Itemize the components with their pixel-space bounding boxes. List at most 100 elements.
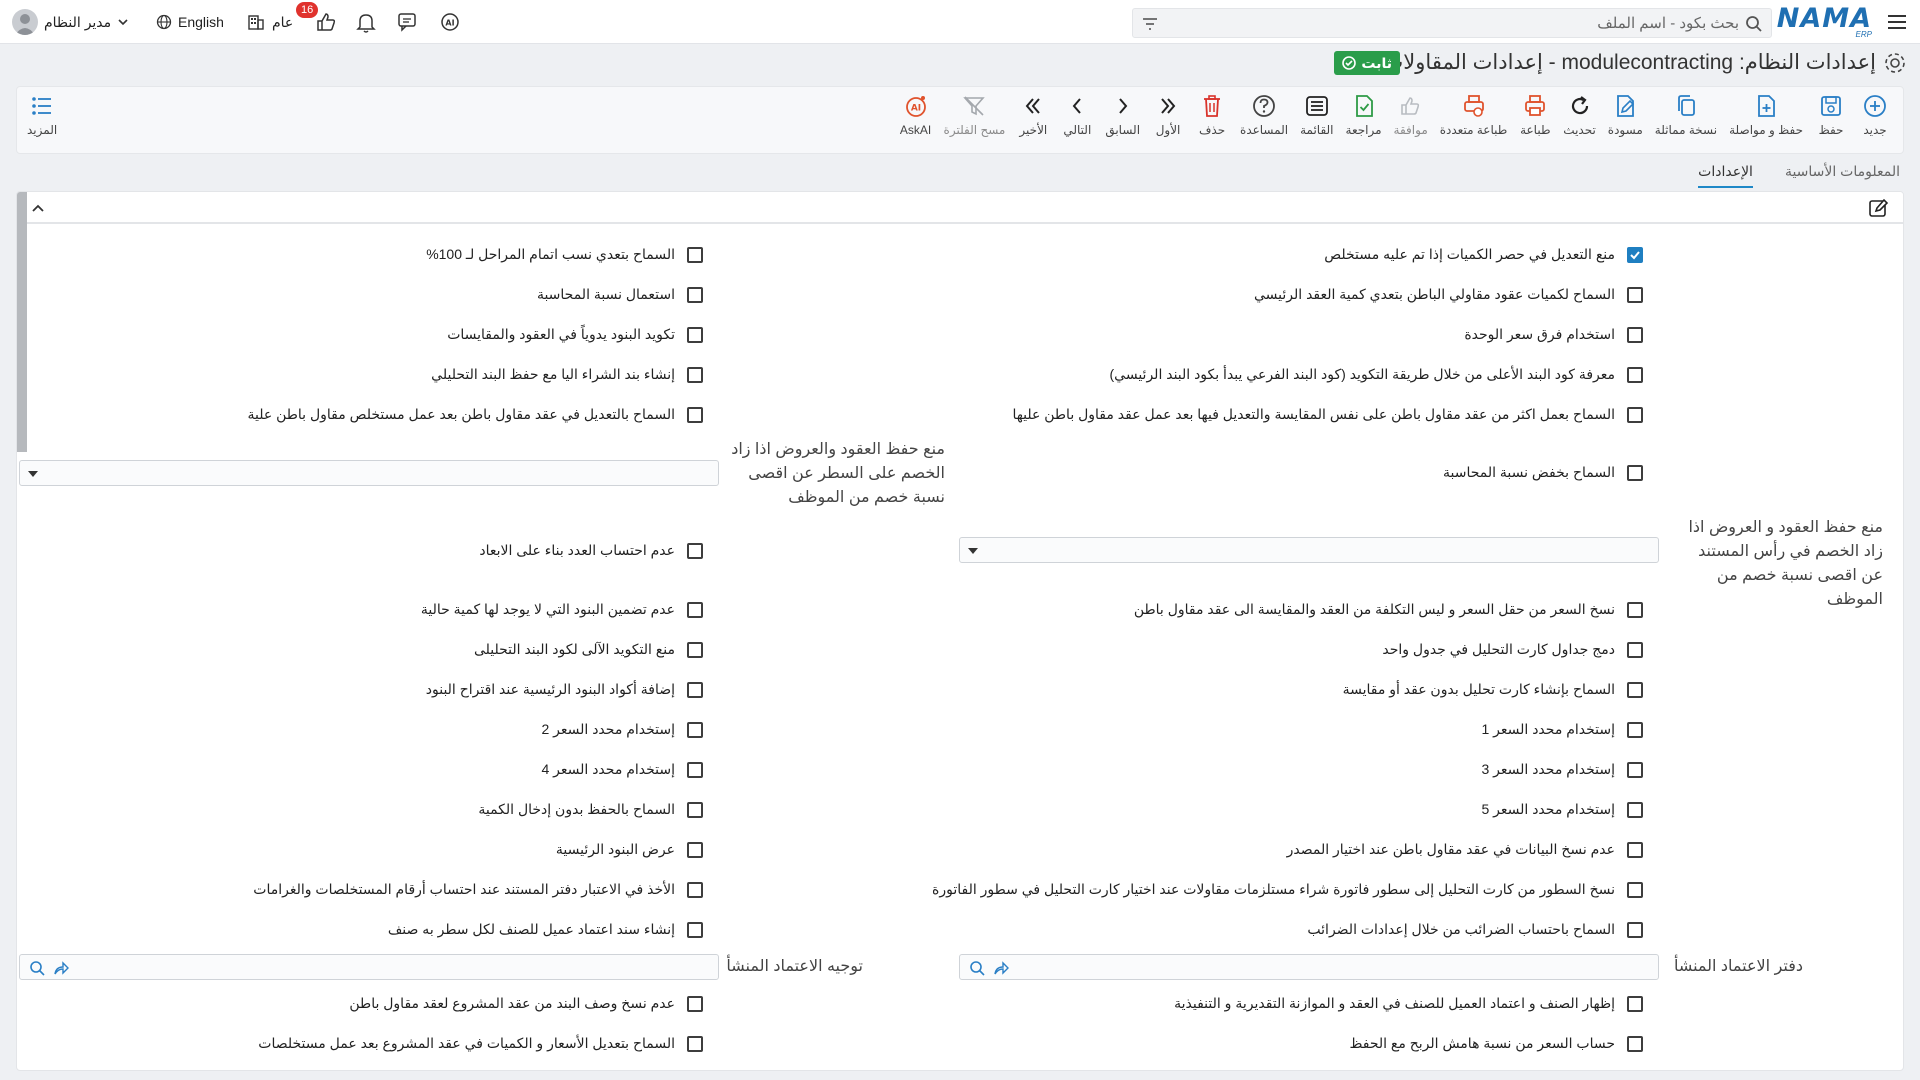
- duplicate-button[interactable]: نسخة مماثلة: [1649, 93, 1723, 137]
- checkbox[interactable]: [1627, 246, 1643, 263]
- checkbox-item[interactable]: استخدام فرق سعر الوحدة: [1464, 326, 1643, 343]
- approve-button[interactable]: موافقة: [1388, 93, 1434, 137]
- tab-settings[interactable]: الإعدادات: [1698, 156, 1753, 188]
- delete-button[interactable]: حذف: [1190, 93, 1234, 137]
- checkbox-item[interactable]: إظهار الصنف و اعتماد العميل للصنف في الع…: [1174, 995, 1643, 1012]
- general-branch-selector[interactable]: عام: [246, 8, 293, 36]
- refresh-button[interactable]: تحديث: [1557, 93, 1602, 137]
- checkbox-item[interactable]: إنشاء بند الشراء اليا مع حفظ البند التحل…: [431, 366, 703, 383]
- language-switch[interactable]: English: [156, 8, 224, 36]
- thumbs-up-icon[interactable]: [314, 10, 338, 34]
- checkbox-item[interactable]: تكويد البنود يدوياً في العقود والمقايسات: [447, 326, 703, 343]
- first-button[interactable]: الأول: [1146, 93, 1190, 137]
- search-plus-icon[interactable]: [28, 959, 46, 977]
- checkbox-item[interactable]: السماح بتعدي نسب اتمام المراحل لـ 100%: [426, 246, 703, 263]
- header-discount-select[interactable]: [959, 537, 1659, 563]
- checkbox[interactable]: [1627, 801, 1643, 818]
- checkbox[interactable]: [1627, 841, 1643, 858]
- last-button[interactable]: الأخير: [1011, 93, 1055, 137]
- checkbox[interactable]: [1627, 881, 1643, 898]
- list-button[interactable]: القائمة: [1294, 93, 1339, 137]
- hamburger-menu-icon[interactable]: [1886, 11, 1908, 33]
- checkbox[interactable]: [687, 761, 703, 778]
- checkbox[interactable]: [1627, 286, 1643, 303]
- checkbox-item[interactable]: السماح بإنشاء كارت تحليل بدون عقد أو مقا…: [1343, 681, 1643, 698]
- checkbox[interactable]: [1627, 326, 1643, 343]
- new-button[interactable]: جديد: [1853, 93, 1897, 137]
- filter-icon[interactable]: [1141, 15, 1159, 33]
- checkbox[interactable]: [687, 841, 703, 858]
- nama-logo[interactable]: NAMA ERP: [1777, 4, 1872, 40]
- checkbox-item[interactable]: إستخدام محدد السعر 4: [542, 761, 703, 778]
- user-menu[interactable]: مدير النظام: [12, 8, 129, 36]
- checkbox-item[interactable]: نسخ السطور من كارت التحليل إلى سطور فاتو…: [932, 881, 1643, 898]
- checkbox-item[interactable]: منع التكويد الآلى لكود البند التحليلى: [474, 641, 703, 658]
- multi-print-button[interactable]: طباعة متعددة: [1434, 93, 1514, 137]
- checkbox-item[interactable]: عدم تضمين البنود التي لا يوجد لها كمية ح…: [421, 601, 703, 618]
- checkbox[interactable]: [687, 1035, 703, 1052]
- checkbox[interactable]: [687, 995, 703, 1012]
- checkbox-item[interactable]: السماح باحتساب الضرائب من خلال إعدادات ا…: [1307, 921, 1643, 938]
- checkbox[interactable]: [687, 601, 703, 618]
- chat-icon[interactable]: [396, 10, 420, 34]
- checkbox[interactable]: [687, 721, 703, 738]
- checkbox[interactable]: [1627, 1035, 1643, 1052]
- checkbox-item[interactable]: السماح بخفض نسبة المحاسبة: [1443, 464, 1643, 481]
- line-discount-select[interactable]: [19, 460, 719, 486]
- next-button[interactable]: التالي: [1055, 93, 1099, 137]
- review-button[interactable]: مراجعة: [1340, 93, 1388, 137]
- checkbox-item[interactable]: عدم نسخ البيانات في عقد مقاول باطن عند ا…: [1287, 841, 1643, 858]
- checkbox-item[interactable]: إنشاء سند اعتماد عميل للصنف لكل سطر به ص…: [388, 921, 703, 938]
- checkbox[interactable]: [1627, 406, 1643, 423]
- print-button[interactable]: طباعة: [1513, 93, 1557, 137]
- checkbox[interactable]: [687, 246, 703, 263]
- checkbox-item[interactable]: السماح بعمل اكثر من عقد مقاول باطن على ن…: [1012, 406, 1643, 423]
- checkbox[interactable]: [687, 286, 703, 303]
- checkbox-item[interactable]: عدم نسخ وصف البند من عقد المشروع لعقد مق…: [349, 995, 703, 1012]
- checkbox[interactable]: [687, 921, 703, 938]
- checkbox[interactable]: [1627, 464, 1643, 481]
- tab-basic-info[interactable]: المعلومات الأساسية: [1785, 156, 1900, 188]
- checkbox[interactable]: [687, 641, 703, 658]
- checkbox-item[interactable]: السماح بالتعديل في عقد مقاول باطن بعد عم…: [247, 406, 703, 423]
- checkbox[interactable]: [1627, 761, 1643, 778]
- help-button[interactable]: المساعدة: [1234, 93, 1294, 137]
- checkbox[interactable]: [687, 542, 703, 559]
- checkbox[interactable]: [687, 366, 703, 383]
- checkbox[interactable]: [1627, 641, 1643, 658]
- checkbox-item[interactable]: الأخذ في الاعتبار دفتر المستند عند احتسا…: [253, 881, 703, 898]
- checkbox-item[interactable]: السماح بتعديل الأسعار و الكميات في عقد ا…: [258, 1035, 703, 1052]
- ai-assistant-icon[interactable]: AI: [438, 10, 462, 34]
- share-icon[interactable]: [52, 959, 70, 977]
- search-input[interactable]: [1179, 12, 1739, 34]
- checkbox-item[interactable]: حساب السعر من نسبة هامش الربح مع الحفظ: [1349, 1035, 1643, 1052]
- edit-icon[interactable]: [1867, 197, 1889, 219]
- approval-book-lookup[interactable]: [959, 954, 1659, 980]
- checkbox[interactable]: [1627, 366, 1643, 383]
- save-continue-button[interactable]: حفظ و مواصلة: [1723, 93, 1809, 137]
- checkbox-item[interactable]: منع التعديل في حصر الكميات إذا تم عليه م…: [1324, 246, 1643, 263]
- checkbox-item[interactable]: السماح لكميات عقود مقاولي الباطن بتعدي ك…: [1254, 286, 1643, 303]
- bell-icon[interactable]: [354, 10, 378, 34]
- checkbox-item[interactable]: إستخدام محدد السعر 2: [542, 721, 703, 738]
- checkbox[interactable]: [687, 406, 703, 423]
- search-plus-icon[interactable]: [968, 959, 986, 977]
- checkbox[interactable]: [687, 801, 703, 818]
- draft-button[interactable]: مسودة: [1602, 93, 1649, 137]
- checkbox[interactable]: [687, 326, 703, 343]
- checkbox-item[interactable]: نسخ السعر من حقل السعر و ليس التكلفة من …: [1134, 601, 1643, 618]
- checkbox[interactable]: [1627, 601, 1643, 618]
- more-button[interactable]: المزيد: [27, 93, 57, 137]
- checkbox-item[interactable]: استعمال نسبة المحاسبة: [537, 286, 703, 303]
- checkbox[interactable]: [1627, 995, 1643, 1012]
- chevron-up-icon[interactable]: [29, 199, 47, 217]
- checkbox[interactable]: [1627, 721, 1643, 738]
- checkbox-item[interactable]: إستخدام محدد السعر 1: [1482, 721, 1643, 738]
- scrollbar[interactable]: [17, 192, 27, 452]
- previous-button[interactable]: السابق: [1099, 93, 1146, 137]
- clear-filter-button[interactable]: مسح الفلترة: [938, 93, 1012, 137]
- checkbox-item[interactable]: عدم احتساب العدد بناء على الابعاد: [479, 542, 703, 559]
- share-icon[interactable]: [992, 959, 1010, 977]
- checkbox-item[interactable]: إضافة أكواد البنود الرئيسية عند اقتراح ا…: [426, 681, 703, 698]
- checkbox-item[interactable]: السماح بالحفظ بدون إدخال الكمية: [478, 801, 703, 818]
